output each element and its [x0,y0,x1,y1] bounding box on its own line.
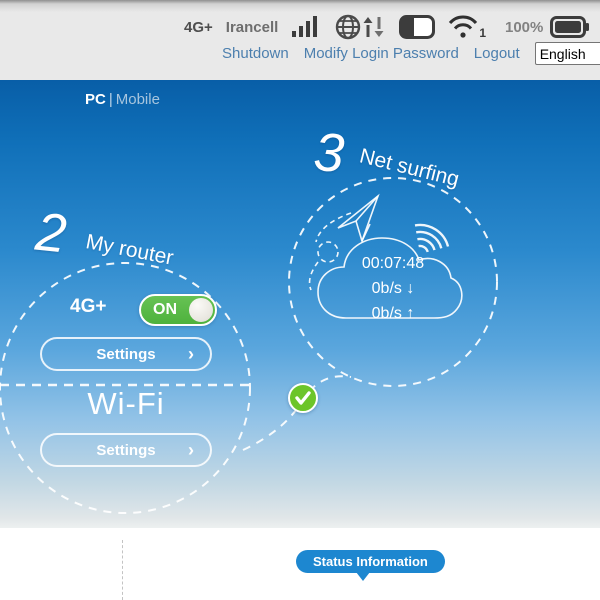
sim-card-icon [399,15,435,39]
wifi-settings-label: Settings [96,442,155,459]
network-type-label: 4G+ [184,19,213,36]
connected-check-icon [288,383,318,413]
upload-rate-value: 0b/s ↑ [320,301,466,326]
toggle-state-label: ON [153,301,177,319]
signal-strength-icon [291,15,321,39]
internet-globe-icon [334,13,386,41]
updown-arrows-icon [364,17,384,37]
chevron-right-icon: › [188,345,194,363]
footer-dashed-divider [122,540,123,600]
network-settings-button[interactable]: Settings › [40,337,212,371]
router-dashboard-page: 4G+ Irancell [0,0,600,600]
status-information-tab[interactable]: Status Information [296,550,445,573]
connection-stats: 00:07:48 0b/s ↓ 0b/s ↑ [320,251,466,326]
logout-link[interactable]: Logout [474,45,520,62]
main-dashboard-area: PC|Mobile 2 My router 4G+ ON Settings › … [0,80,600,528]
download-rate-value: 0b/s ↓ [320,276,466,301]
topbar-actions-row: Shutdown Modify Login Password Logout En… [222,42,600,65]
view-divider: | [109,91,113,108]
paper-plane-icon [338,196,378,241]
network-settings-label: Settings [96,346,155,363]
language-select[interactable]: English [535,42,600,65]
battery-icon [550,15,590,39]
wifi-icon [448,14,478,40]
status-topbar: 4G+ Irancell [0,0,600,80]
wifi-client-count: 1 [479,26,486,40]
network-4g-label: 4G+ [70,296,106,318]
chevron-right-icon: › [188,441,194,459]
router-step-number: 2 [33,205,69,262]
view-pc-link[interactable]: PC [85,91,106,108]
carrier-name-label: Irancell [226,19,279,36]
uptime-value: 00:07:48 [320,251,466,276]
wifi-clients-indicator: 1 [448,14,486,40]
net-step-number: 3 [312,125,346,181]
status-pointer-icon [356,572,370,581]
wifi-settings-button[interactable]: Settings › [40,433,212,467]
shutdown-link[interactable]: Shutdown [222,45,289,62]
toggle-knob[interactable] [189,298,213,322]
wifi-section-title: Wi-Fi [40,386,212,422]
network-on-toggle[interactable]: ON [139,294,217,326]
cloud-signal-waves-icon [415,225,448,252]
footer-area: Status Information [0,528,600,600]
battery-percent-label: 100% [505,19,543,36]
modify-login-password-link[interactable]: Modify Login Password [304,45,459,62]
view-switch: PC|Mobile [85,91,160,108]
view-mobile-link[interactable]: Mobile [116,91,160,108]
status-indicators-row: 4G+ Irancell [184,13,590,41]
